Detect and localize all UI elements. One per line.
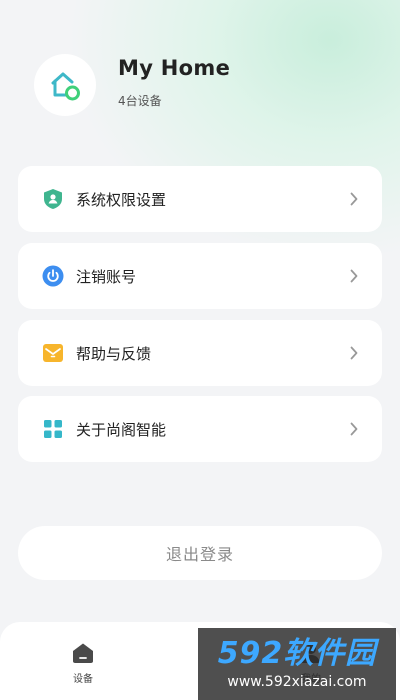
- device-count: 4台设备: [118, 93, 162, 108]
- menu-item-about[interactable]: 关于尚阁智能: [18, 396, 382, 462]
- home-device-icon: [51, 72, 80, 101]
- mail-help-icon: [42, 342, 64, 364]
- shield-user-icon: [42, 188, 64, 210]
- chevron-right-icon: [348, 269, 360, 283]
- power-icon: [42, 265, 64, 287]
- menu-item-delete-account[interactable]: 注销账号: [18, 243, 382, 309]
- menu-item-label: 系统权限设置: [76, 190, 167, 209]
- watermark-logo: 592软件园: [217, 636, 377, 671]
- chevron-right-icon: [348, 192, 360, 206]
- menu-item-label: 注销账号: [76, 267, 137, 286]
- menu-item-permissions[interactable]: 系统权限设置: [18, 166, 382, 232]
- menu-item-label: 帮助与反馈: [76, 344, 152, 363]
- watermark-overlay: 592软件园 www.592xiazai.com: [198, 628, 396, 700]
- menu-item-help-feedback[interactable]: 帮助与反馈: [18, 320, 382, 386]
- menu-item-label: 关于尚阁智能: [76, 420, 167, 439]
- chevron-right-icon: [348, 422, 360, 436]
- grid-apps-icon: [42, 418, 64, 440]
- logout-button[interactable]: 退出登录: [18, 526, 382, 580]
- chevron-right-icon: [348, 346, 360, 360]
- profile-header: My Home 4台设备: [34, 54, 230, 116]
- tab-label: 设备: [73, 674, 93, 685]
- home-device-icon: [73, 643, 93, 663]
- watermark-url: www.592xiazai.com: [227, 674, 367, 690]
- home-name: My Home: [118, 55, 231, 80]
- home-avatar[interactable]: [34, 54, 96, 116]
- tab-devices[interactable]: 设备: [70, 642, 96, 685]
